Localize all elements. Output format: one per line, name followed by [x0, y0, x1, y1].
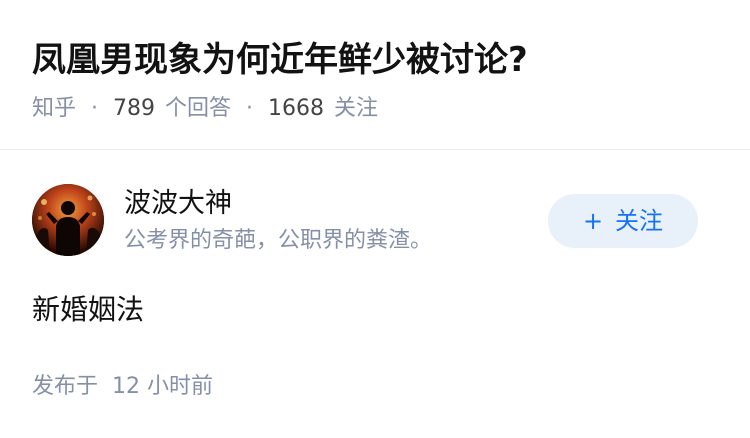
- avatar[interactable]: [32, 184, 104, 256]
- answers-count: 789: [113, 96, 156, 121]
- avatar-silhouette-icon: [32, 184, 104, 256]
- source-label[interactable]: 知乎: [32, 94, 76, 124]
- author-info: 波波大神 公考界的奇葩，公职界的粪渣。 + 关注: [32, 184, 718, 260]
- plus-icon: +: [582, 207, 604, 235]
- author-bio: 公考界的奇葩，公职界的粪渣。: [124, 228, 433, 253]
- publish-prefix: 发布于: [32, 374, 99, 399]
- answers-label: 个回答: [165, 96, 232, 121]
- answer-content[interactable]: 新婚姻法: [32, 290, 144, 330]
- followers-count: 1668: [268, 96, 325, 121]
- followers-label: 关注: [334, 96, 379, 121]
- follow-button-label: 关注: [615, 207, 664, 235]
- follow-button[interactable]: + 关注: [548, 194, 698, 248]
- publish-time: 发布于 12 小时前: [32, 372, 213, 402]
- meta-separator: ·: [91, 96, 99, 121]
- publish-time-value: 12 小时前: [112, 374, 214, 399]
- meta-separator: ·: [246, 96, 254, 121]
- question-title[interactable]: 凤凰男现象为何近年鲜少被讨论?: [32, 36, 528, 84]
- question-header: 凤凰男现象为何近年鲜少被讨论? 知乎 · 789 个回答 · 1668 关注: [0, 0, 750, 150]
- question-meta: 知乎 · 789 个回答 · 1668 关注: [32, 94, 378, 124]
- author-name[interactable]: 波波大神: [124, 186, 232, 222]
